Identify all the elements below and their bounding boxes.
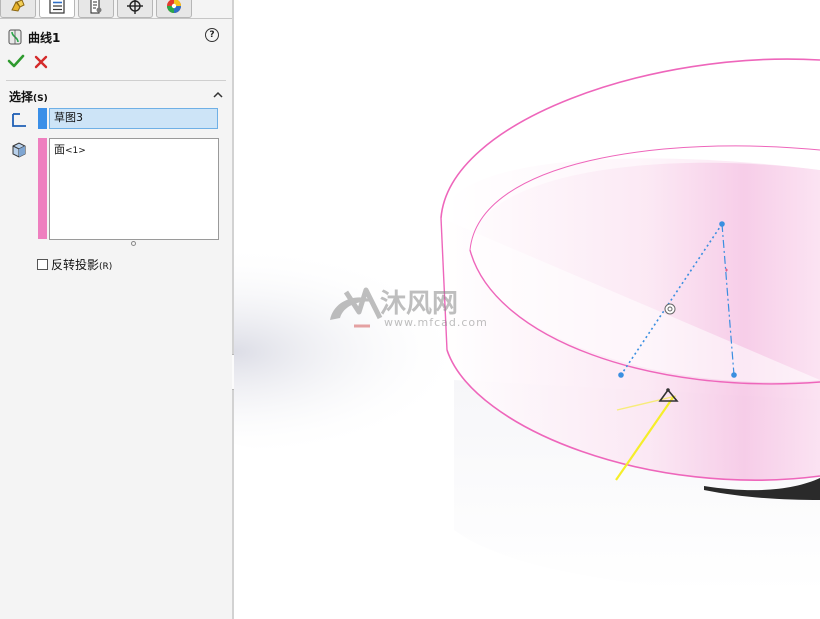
face-selection-icon <box>12 142 26 158</box>
chevron-up-icon[interactable] <box>212 90 224 100</box>
display-manager-icon <box>167 0 181 13</box>
configuration-manager-icon <box>90 0 102 14</box>
face-selection-color-swatch <box>38 138 47 239</box>
sketch-selection-color-swatch <box>38 108 47 129</box>
feature-manager-icon <box>11 0 25 12</box>
sketch-relation-marker-icon[interactable] <box>664 303 676 315</box>
tab-property-manager[interactable] <box>39 0 75 18</box>
projected-curve-icon <box>8 29 22 45</box>
ok-checkmark-icon[interactable] <box>7 53 25 69</box>
reverse-projection-option[interactable]: 反转投影(R) <box>37 256 112 273</box>
section-title-text: 选择 <box>9 90 34 104</box>
sketch-point-right[interactable] <box>731 372 737 378</box>
sketch-selection-field[interactable]: 草图3 <box>49 108 218 129</box>
feature-title: 曲线1 <box>28 30 61 45</box>
selection-section-title[interactable]: 选择(S) <box>9 88 48 105</box>
face-selection-list[interactable]: 面<1> <box>49 138 219 240</box>
property-manager-panel: 曲线1 ? 选择(S) 草图3 面<1> 反转投影(R) <box>0 0 232 619</box>
model-view[interactable]: 沐风网 www.mfcad.com <box>234 0 820 619</box>
watermark-url: www.mfcad.com <box>384 316 488 329</box>
tab-configuration-manager[interactable] <box>78 0 114 18</box>
reverse-projection-label: 反转投影(R) <box>51 258 113 272</box>
help-icon[interactable]: ? <box>205 28 219 42</box>
cancel-x-icon[interactable] <box>33 54 49 70</box>
graphics-viewport[interactable]: 沐风网 www.mfcad.com <box>234 0 820 619</box>
tab-bar-underline <box>0 18 232 19</box>
watermark-title: 沐风网 <box>380 289 458 319</box>
face-list-item-label: 面 <box>54 143 65 156</box>
header-divider <box>6 80 226 81</box>
sketch-selection-icon <box>12 113 26 127</box>
list-resize-handle[interactable] <box>131 241 136 246</box>
tab-feature-manager[interactable] <box>0 0 36 18</box>
reverse-projection-checkbox[interactable] <box>37 259 48 270</box>
face-list-item-index: <1> <box>65 146 86 156</box>
feature-header: 曲线1 <box>8 27 60 47</box>
property-manager-icon <box>49 0 65 14</box>
dimxpert-icon <box>127 0 143 14</box>
section-accelerator: (S) <box>33 94 48 104</box>
manager-tab-bar <box>0 0 232 20</box>
tab-display-manager[interactable] <box>156 0 192 18</box>
tab-dimxpert-manager[interactable] <box>117 0 153 18</box>
sketch-point-apex[interactable] <box>719 221 725 227</box>
sketch-point-left[interactable] <box>618 372 624 378</box>
